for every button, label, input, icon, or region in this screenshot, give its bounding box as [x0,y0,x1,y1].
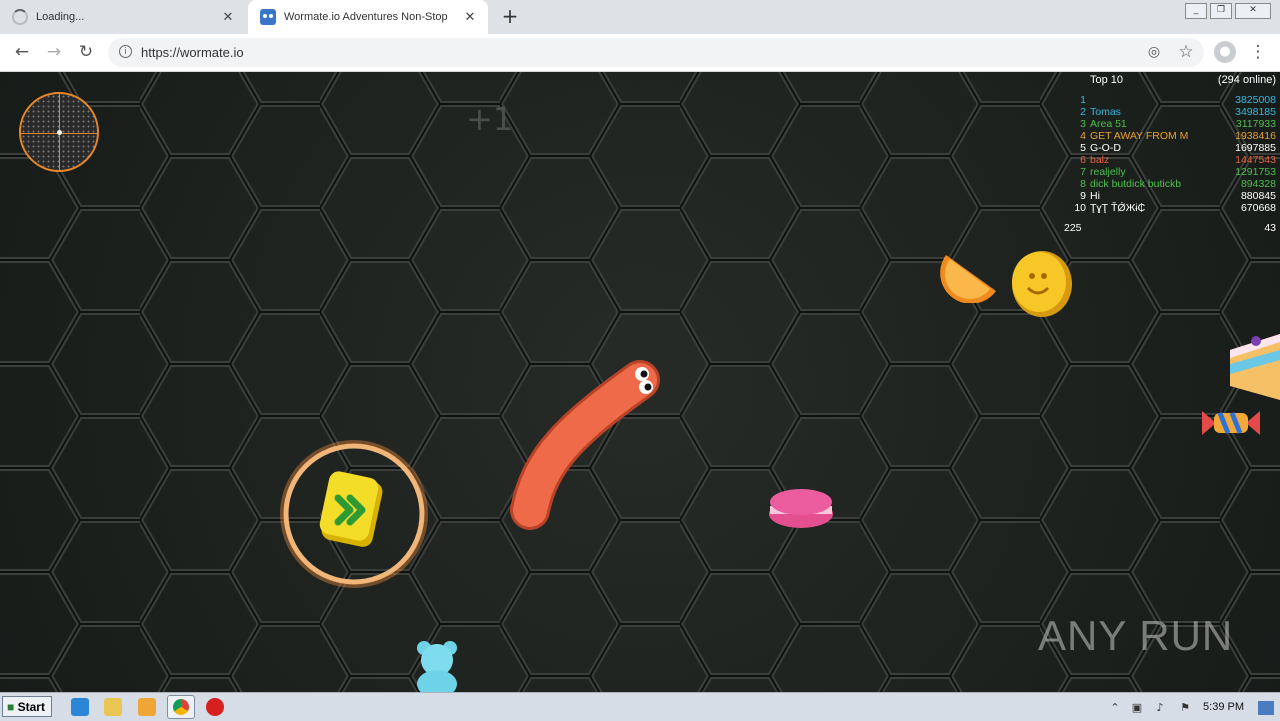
speed-boost-icon [280,440,428,588]
leaderboard-name: dick butdick butickb [1090,178,1182,190]
flag-icon[interactable]: ⚑ [1178,701,1192,715]
player-worm [510,360,660,530]
leaderboard-name: Area 51 [1090,118,1127,130]
candy-food-icon [1202,411,1260,435]
online-count: (294 online) [1217,74,1276,86]
windows-taskbar: ■ Start ⌃ ▣ ♪ ⚑ 5:39 PM [0,692,1280,721]
orange-slice-food-icon [940,255,996,303]
wormate-favicon-icon [260,9,276,25]
show-desktop-icon[interactable] [1258,701,1274,715]
leaderboard-score: 880845 [1240,190,1276,202]
start-button[interactable]: ■ Start [2,696,52,717]
warning-app-icon[interactable] [206,698,224,716]
leaderboard-score: 1697885 [1235,142,1276,154]
leaderboard-score: 894328 [1240,178,1276,190]
browser-toolbar: ← → ↻ i https://wormate.io ◎ ☆ ● ⋮ [0,34,1280,72]
close-tab-icon[interactable]: ✕ [220,9,236,25]
leaderboard-name: ŢɣŢ ŤǾЖɨ₵ [1090,202,1146,214]
leaderboard-row: 2 Tomas 3498185 [1062,106,1276,118]
leaderboard-name: Tomas [1090,106,1121,118]
profile-avatar-icon[interactable]: ● [1214,41,1236,63]
clock[interactable]: 5:39 PM [1203,701,1244,713]
leaderboard-title: Top 10 [1090,74,1124,86]
leaderboard-rank: 8 [1080,178,1086,190]
leaderboard-row: 3 Area 51 3117933 [1062,118,1276,130]
score-popup: +1 [466,100,514,138]
start-label: Start [17,700,45,714]
leaderboard-score: 1938416 [1235,130,1276,142]
cake-food-icon [1230,334,1280,400]
tab-wormate[interactable]: Wormate.io Adventures Non-Stop ✕ [248,0,488,34]
chrome-icon [173,699,189,715]
address-bar[interactable]: i https://wormate.io [108,38,1204,67]
leaderboard-name: balz [1090,154,1110,166]
leaderboard-rank: 3 [1080,118,1086,130]
minimize-button[interactable]: _ [1185,3,1207,19]
url-text[interactable]: https://wormate.io [141,45,244,60]
leaderboard-score: 670668 [1240,202,1276,214]
close-tab-icon[interactable]: ✕ [462,9,478,25]
leaderboard-row: 5 G-O-D 1697885 [1062,142,1276,154]
leaderboard-rank: 5 [1080,142,1086,154]
anyrun-watermark: ANY RUN [1038,612,1234,659]
leaderboard-score: 3498185 [1235,106,1276,118]
tab-strip: Loading... ✕ Wormate.io Adventures Non-S… [0,0,1280,34]
leaderboard-score: 1291753 [1235,166,1276,178]
new-tab-button[interactable]: + [500,6,520,26]
leaderboard-row: 9 Hi 880845 [1062,190,1276,202]
tab-title: Wormate.io Adventures Non-Stop [284,11,448,23]
leaderboard-rank: 9 [1080,190,1086,202]
leaderboard-row: 1 3825008 [1062,94,1276,106]
leaderboard-name: realjelly [1090,166,1126,178]
back-arrow-icon[interactable]: ← [12,42,32,62]
leaderboard-rank: 4 [1080,130,1086,142]
leaderboard-name: Hi [1090,190,1100,202]
bookmark-star-icon[interactable]: ☆ [1176,42,1196,62]
coin-icon [1012,251,1072,317]
leaderboard-rank: 10 [1074,202,1086,214]
gummy-bear-food-icon [417,641,457,692]
my-score: 43 [1264,222,1276,234]
leaderboard-score: 3117933 [1235,118,1276,130]
tray-expand-icon[interactable]: ⌃ [1108,701,1122,715]
forward-arrow-icon[interactable]: → [44,42,64,62]
leaderboard-row: 6 balz 1447543 [1062,154,1276,166]
leaderboard-row: 7 realjelly 1291753 [1062,166,1276,178]
menu-dots-icon[interactable]: ⋮ [1248,42,1268,62]
network-icon[interactable]: ▣ [1130,701,1144,715]
restore-button[interactable]: ❐ [1210,3,1232,19]
media-player-icon[interactable] [138,698,156,716]
player-dot-icon [57,130,62,135]
chrome-taskbar-button[interactable] [167,695,195,719]
site-info-icon[interactable]: i [119,45,132,58]
internet-explorer-icon[interactable] [71,698,89,716]
reload-icon[interactable]: ↻ [76,42,96,62]
leaderboard-row: 8 dick butdick butickb 894328 [1062,178,1276,190]
tab-loading[interactable]: Loading... ✕ [0,0,246,34]
loading-spinner-icon [12,9,28,25]
leaderboard-row: 10 ŢɣŢ ŤǾЖɨ₵ 670668 [1062,202,1276,214]
leaderboard-score: 1447543 [1235,154,1276,166]
leaderboard-score: 3825008 [1235,94,1276,106]
leaderboard-rank: 1 [1080,94,1086,106]
close-window-button[interactable]: ✕ [1235,3,1271,19]
location-icon[interactable]: ◎ [1144,42,1164,62]
tab-title: Loading... [36,11,85,23]
leaderboard-name: G-O-D [1090,142,1121,154]
file-explorer-icon[interactable] [104,698,122,716]
leaderboard-row: 4 GET AWAY FROM M 1938416 [1062,130,1276,142]
my-rank: 225 [1064,222,1082,234]
leaderboard-rank: 6 [1080,154,1086,166]
volume-icon[interactable]: ♪ [1153,701,1167,715]
windows-logo-icon: ■ [7,700,15,714]
leaderboard-name: GET AWAY FROM M [1090,130,1189,142]
game-canvas[interactable]: +1 Top 10 (294 online) 1 3825008 2 Tomas… [0,72,1280,692]
minimap [19,92,99,172]
leaderboard-rank: 7 [1080,166,1086,178]
leaderboard-rank: 2 [1080,106,1086,118]
macaron-food-icon [769,489,833,528]
